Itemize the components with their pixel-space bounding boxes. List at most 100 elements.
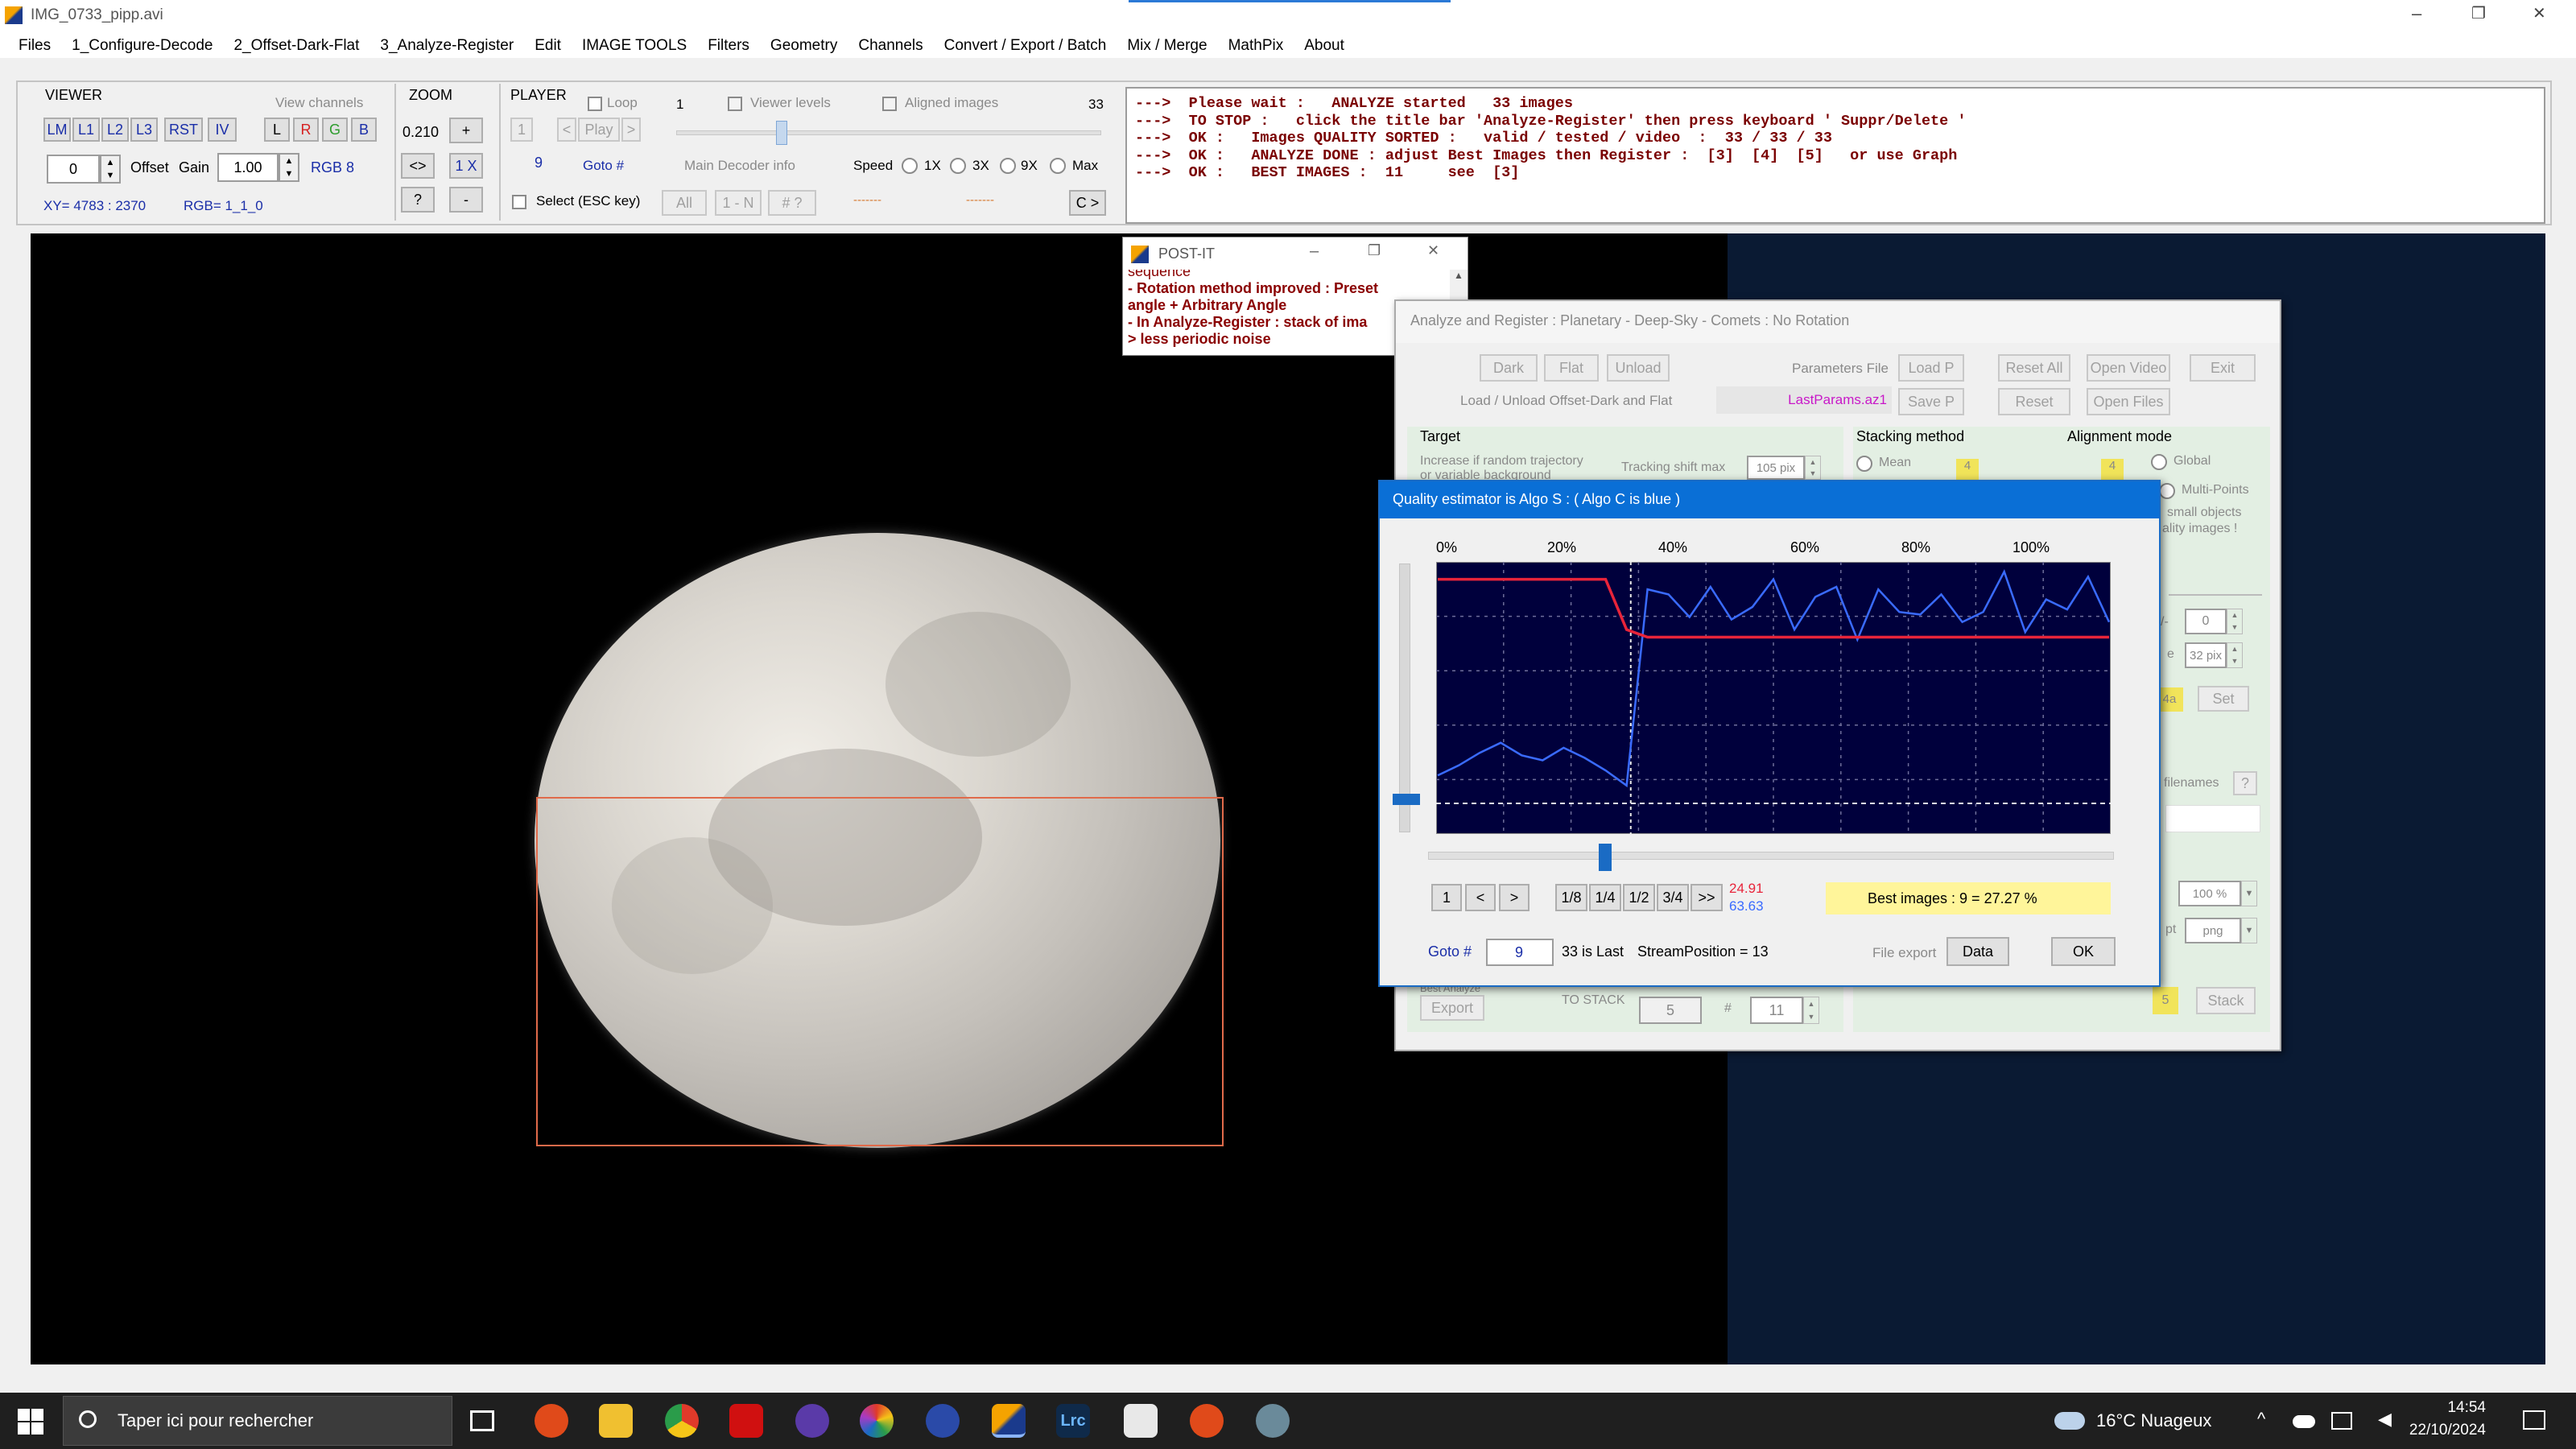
horizontal-slider-track[interactable] [1428, 852, 2114, 860]
volume-icon[interactable]: ◀ [2378, 1409, 2392, 1430]
lightroom-icon[interactable]: Lrc [1056, 1404, 1090, 1438]
menu-edit[interactable]: Edit [524, 32, 572, 58]
menu-geometry[interactable]: Geometry [760, 32, 848, 58]
first-image-button[interactable]: 1 [1431, 884, 1462, 911]
selection-rectangle[interactable] [536, 797, 1224, 1146]
clock-time[interactable]: 14:54 [2391, 1399, 2486, 1417]
percent-dropdown-icon[interactable]: ▼ [2241, 881, 2257, 906]
menu-mathpix[interactable]: MathPix [1218, 32, 1294, 58]
size-spinner[interactable]: ▲ ▼ [2227, 642, 2243, 668]
frame-slider-track[interactable] [676, 130, 1101, 135]
quarter-button[interactable]: 1/4 [1589, 884, 1621, 911]
menu-analyze-register[interactable]: 3_Analyze-Register [369, 32, 524, 58]
frame-number-button[interactable]: # ? [768, 190, 816, 216]
speed-1x-radio[interactable] [902, 158, 918, 174]
taskbar-app-purple-icon[interactable] [795, 1404, 829, 1438]
postit-close-icon[interactable]: ✕ [1427, 242, 1439, 259]
zoom-out-button[interactable]: - [449, 187, 483, 213]
log-console[interactable]: ---> Please wait : ANALYZE started 33 im… [1125, 87, 2545, 224]
save-p-button[interactable]: Save P [1898, 388, 1964, 415]
size-input[interactable]: 32 pix [2185, 642, 2227, 668]
taskbar-app-colorwheel-icon[interactable] [860, 1404, 894, 1438]
frame-slider-thumb[interactable] [776, 121, 787, 145]
goto-value[interactable]: 9 [535, 155, 543, 171]
menu-configure-decode[interactable]: 1_Configure-Decode [61, 32, 223, 58]
horizontal-slider-thumb[interactable] [1599, 844, 1612, 871]
notification-icon[interactable] [2523, 1410, 2545, 1430]
channel-g-button[interactable]: G [322, 118, 348, 142]
close-icon[interactable]: ✕ [2533, 3, 2546, 23]
value-zero-spinner[interactable]: ▲ ▼ [2227, 609, 2243, 634]
tray-chevron-icon[interactable]: ^ [2257, 1409, 2265, 1430]
tracking-input[interactable]: 105 pix [1747, 456, 1805, 480]
open-video-button[interactable]: Open Video [2087, 354, 2170, 382]
format-select[interactable]: png [2185, 918, 2241, 943]
l2-button[interactable]: L2 [101, 118, 129, 142]
windows-start-icon[interactable] [18, 1409, 43, 1435]
data-button[interactable]: Data [1946, 937, 2009, 966]
ok-button[interactable]: OK [2051, 937, 2116, 966]
aligned-images-checkbox[interactable] [882, 97, 897, 111]
c-button[interactable]: C > [1069, 190, 1106, 216]
mean-radio[interactable] [1856, 456, 1872, 472]
stack-count-spinner[interactable]: ▲ ▼ [1803, 997, 1819, 1024]
chrome-icon[interactable] [665, 1404, 699, 1438]
quality-chart[interactable] [1436, 562, 2111, 834]
vertical-slider-thumb[interactable] [1393, 794, 1420, 805]
flat-button[interactable]: Flat [1544, 354, 1599, 382]
task-view-icon[interactable] [470, 1410, 494, 1431]
taskbar-app-doc-icon[interactable] [1124, 1404, 1158, 1438]
menu-offset-dark-flat[interactable]: 2_Offset-Dark-Flat [223, 32, 369, 58]
menu-about[interactable]: About [1294, 32, 1355, 58]
postit-titlebar[interactable]: POST-IT – ❐ ✕ [1123, 237, 1468, 270]
prev-image-button[interactable]: < [1465, 884, 1496, 911]
l1-button[interactable]: L1 [72, 118, 100, 142]
goto-input[interactable]: 9 [1486, 939, 1554, 966]
channel-l-button[interactable]: L [264, 118, 290, 142]
exit-button[interactable]: Exit [2190, 354, 2256, 382]
menu-convert[interactable]: Convert / Export / Batch [934, 32, 1117, 58]
ea-app-icon[interactable] [1190, 1404, 1224, 1438]
one-to-n-button[interactable]: 1 - N [715, 190, 762, 216]
filenames-field[interactable] [2165, 805, 2260, 832]
open-files-button[interactable]: Open Files [2087, 388, 2170, 415]
autostakkert-icon[interactable] [992, 1404, 1026, 1438]
speed-max-radio[interactable] [1050, 158, 1066, 174]
help-button[interactable]: ? [401, 187, 435, 213]
gain-spinner[interactable]: ▲ ▼ [279, 153, 299, 182]
half-button[interactable]: 1/2 [1623, 884, 1655, 911]
next-image-button[interactable]: > [1499, 884, 1530, 911]
menu-channels[interactable]: Channels [848, 32, 933, 58]
title-bar[interactable]: IMG_0733_pipp.avi – ❐ ✕ [0, 0, 2576, 32]
offset-spinner[interactable]: ▲ ▼ [100, 155, 121, 184]
taskbar-app-orange-icon[interactable] [535, 1404, 568, 1438]
set-button[interactable]: Set [2198, 686, 2249, 712]
stack-count-input[interactable]: 11 [1750, 997, 1803, 1024]
viewer-levels-checkbox[interactable] [728, 97, 742, 111]
multi-points-radio[interactable] [2159, 483, 2175, 499]
menu-filters[interactable]: Filters [697, 32, 760, 58]
file-explorer-icon[interactable] [599, 1404, 633, 1438]
taskbar-app-planet-icon[interactable] [926, 1404, 960, 1438]
speed-3x-radio[interactable] [950, 158, 966, 174]
menu-mix-merge[interactable]: Mix / Merge [1117, 32, 1217, 58]
quality-window[interactable]: Quality estimator is Algo S : ( Algo C i… [1378, 480, 2161, 987]
gain-input[interactable]: 1.00 [217, 153, 279, 182]
zoom-fit-button[interactable]: <> [401, 153, 435, 179]
cloud-icon[interactable] [2293, 1415, 2315, 1428]
prev-frame-button[interactable]: < [557, 118, 576, 142]
l3-button[interactable]: L3 [130, 118, 158, 142]
offset-input[interactable]: 0 [47, 155, 100, 184]
taskbar-app-red-icon[interactable] [729, 1404, 763, 1438]
lm-button[interactable]: LM [43, 118, 71, 142]
channel-r-button[interactable]: R [293, 118, 319, 142]
format-dropdown-icon[interactable]: ▼ [2241, 918, 2257, 943]
zoom-in-button[interactable]: + [449, 118, 483, 143]
iv-button[interactable]: IV [208, 118, 237, 142]
network-icon[interactable] [2331, 1412, 2352, 1430]
filenames-help-button[interactable]: ? [2233, 771, 2257, 795]
last-image-button[interactable]: >> [1690, 884, 1723, 911]
loop-checkbox[interactable] [588, 97, 602, 111]
vertical-slider-track[interactable] [1399, 564, 1410, 832]
clock-date[interactable]: 22/10/2024 [2391, 1422, 2486, 1439]
